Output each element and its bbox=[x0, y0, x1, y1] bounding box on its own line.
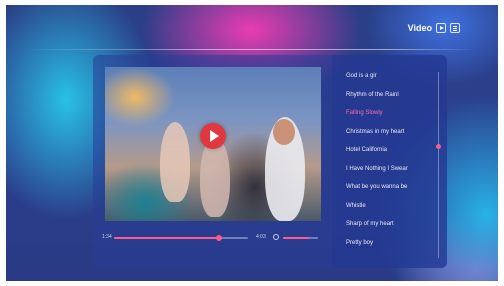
total-time: 4:03 bbox=[256, 234, 266, 240]
video-figure bbox=[160, 122, 190, 202]
volume-slider[interactable] bbox=[283, 237, 318, 239]
seek-bar[interactable] bbox=[114, 235, 248, 241]
play-button[interactable] bbox=[200, 123, 226, 149]
video-figure bbox=[273, 119, 295, 145]
playlist-item[interactable]: I Have Nothing I Swear bbox=[346, 160, 436, 179]
playlist-item[interactable]: Christmas in my heart bbox=[346, 123, 436, 142]
playlist-item[interactable]: God is a gir bbox=[346, 67, 436, 86]
playlist: God is a gir Rhythm of the Rainl Falling S… bbox=[346, 67, 436, 252]
playlist-item[interactable]: Sharp of my heart bbox=[346, 215, 436, 234]
header: Video bbox=[408, 23, 460, 33]
seek-bar-fill bbox=[114, 237, 219, 239]
playlist-item[interactable]: What be you wanna be bbox=[346, 178, 436, 197]
play-square-icon[interactable] bbox=[436, 23, 446, 33]
header-divider bbox=[26, 49, 476, 50]
video-figure bbox=[200, 137, 230, 217]
playlist-item[interactable]: Pretty boy bbox=[346, 234, 436, 253]
playlist-item[interactable]: Rhythm of the Rainl bbox=[346, 86, 436, 105]
playlist-item[interactable]: Falling Slowly bbox=[346, 104, 436, 123]
document-icon[interactable] bbox=[450, 23, 460, 33]
playlist-item[interactable]: Hotel California bbox=[346, 141, 436, 160]
current-time: 1:34 bbox=[102, 234, 112, 240]
volume-icon[interactable] bbox=[273, 234, 279, 240]
playlist-item[interactable]: Whistle bbox=[346, 197, 436, 216]
volume-fill bbox=[283, 237, 310, 239]
page-title: Video bbox=[407, 23, 432, 33]
playlist-scrollbar[interactable] bbox=[438, 72, 439, 258]
seek-handle[interactable] bbox=[215, 235, 222, 241]
player-controls: 1:34 4:03 bbox=[100, 233, 325, 243]
playlist-scroll-thumb[interactable] bbox=[436, 144, 441, 149]
